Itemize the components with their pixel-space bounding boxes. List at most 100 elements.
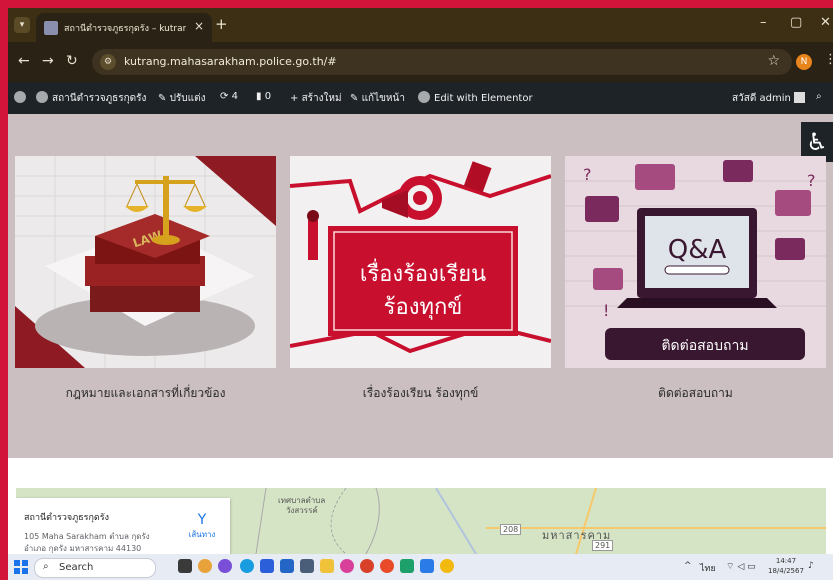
page-content: ♿ LAW กฎหมายและเอกสารที่เกี่ยวข้อง เรื่อ…: [8, 114, 833, 554]
navigation-bar: ← → ↻ ⚙ kutrang.mahasarakham.police.go.t…: [8, 42, 833, 82]
edge-icon[interactable]: [240, 559, 254, 573]
chat-icon[interactable]: [218, 559, 232, 573]
complaint-line2: ร้องทุกข์: [384, 295, 463, 320]
wp-edit-page-item[interactable]: ✎ แก้ไขหน้า: [350, 91, 405, 106]
svg-text:?: ?: [583, 165, 592, 184]
clock-time: 14:47: [775, 557, 797, 565]
wp-comments-count: 0: [264, 91, 272, 102]
wp-elementor-item[interactable]: Edit with Elementor: [418, 91, 533, 104]
file-explorer-icon[interactable]: [320, 559, 334, 573]
qa-label-text: ติดต่อสอบถาม: [661, 338, 748, 354]
map-place-card: สถานีตำรวจภูธรกุดรัง 105 Maha Sarakham ต…: [16, 498, 230, 554]
comment-icon: ▮: [256, 91, 265, 102]
wp-elementor-label: Edit with Elementor: [434, 93, 533, 104]
menu-kebab-icon[interactable]: ⋮: [824, 52, 833, 67]
tab-strip: ▾ สถานีตำรวจภูธรกุดรัง – kutrang Police …: [8, 8, 833, 42]
map-place-name[interactable]: สถานีตำรวจภูธรกุดรัง: [24, 510, 109, 524]
wp-updates-count: 4: [231, 91, 238, 102]
plus-icon: +: [290, 93, 302, 104]
wp-site-name-item[interactable]: สถานีตำรวจภูธรกุดรัง: [36, 91, 146, 106]
site-info-icon[interactable]: ⚙: [100, 54, 116, 70]
svg-text:!: !: [603, 301, 609, 320]
card-law-caption[interactable]: กฎหมายและเอกสารที่เกี่ยวข้อง: [15, 384, 276, 403]
app-icon-6[interactable]: [380, 559, 394, 573]
wp-customize-item[interactable]: ✎ ปรับแต่ง: [158, 91, 205, 106]
minimize-icon[interactable]: –: [760, 15, 767, 30]
complaint-illustration: เรื่องร้องเรียน ร้องทุกข์: [290, 156, 551, 368]
wp-new-label: สร้างใหม่: [301, 93, 342, 104]
app-icon-1[interactable]: [260, 559, 274, 573]
browser-window: ▾ สถานีตำรวจภูธรกุดรัง – kutrang Police …: [8, 8, 833, 580]
wp-new-item[interactable]: + สร้างใหม่: [290, 91, 342, 106]
map-directions-label: เส้นทาง: [188, 530, 216, 539]
wp-customize-label: ปรับแต่ง: [169, 93, 206, 104]
wifi-volume-battery-icon[interactable]: ⌔ ◁ ▭: [726, 561, 756, 572]
restore-icon[interactable]: ▢: [790, 15, 802, 30]
windows-start-icon[interactable]: [14, 560, 28, 574]
app-icon-5[interactable]: [360, 559, 374, 573]
back-icon[interactable]: ←: [18, 53, 30, 69]
svg-text:?: ?: [807, 171, 816, 190]
qa-illustration: ? ? ! Q&A ติดต่อสอบถาม: [565, 156, 826, 368]
tray-language[interactable]: ไทย: [700, 561, 716, 575]
user-avatar: [794, 92, 806, 103]
copilot-icon[interactable]: [198, 559, 212, 573]
qa-screen-text: Q&A: [668, 235, 727, 265]
road-shield-291: 291: [592, 540, 614, 551]
reload-icon[interactable]: ↻: [66, 53, 78, 69]
card-qa-image[interactable]: ? ? ! Q&A ติดต่อสอบถาม: [565, 156, 826, 368]
profile-avatar[interactable]: N: [796, 54, 812, 70]
tab-active[interactable]: สถานีตำรวจภูธรกุดรัง – kutrang Police ×: [36, 13, 212, 42]
wp-account-item[interactable]: สวัสดี admin: [732, 91, 806, 106]
bookmark-star-icon[interactable]: ☆: [767, 53, 780, 69]
wp-search-icon[interactable]: ⌕: [816, 91, 822, 102]
taskbar-search-label: Search: [59, 562, 94, 573]
url-text[interactable]: kutrang.mahasarakham.police.go.th/#: [124, 55, 337, 68]
wordpress-logo-icon[interactable]: [14, 91, 30, 104]
map-label-district2: วังสวรรค์: [286, 506, 318, 515]
map-address-line2: อำเภอ กุดรัง มหาสารคาม 44130: [24, 544, 142, 553]
pencil-icon: ✎: [350, 93, 362, 104]
directions-icon: Y: [197, 512, 207, 528]
updates-icon: ⟳: [220, 91, 232, 102]
site-favicon-icon: [44, 21, 58, 35]
notification-bell-icon[interactable]: ♪: [808, 561, 814, 571]
road-shield-208: 208: [500, 524, 522, 535]
tab-search-dropdown[interactable]: ▾: [14, 17, 30, 33]
taskview-icon[interactable]: [178, 559, 192, 573]
wp-updates-item[interactable]: ⟳ 4: [220, 91, 238, 102]
new-tab-button[interactable]: +: [215, 15, 228, 33]
wp-comments-item[interactable]: ▮ 0: [256, 91, 271, 102]
tab-title: สถานีตำรวจภูธรกุดรัง – kutrang Police: [64, 24, 186, 34]
close-window-icon[interactable]: ✕: [820, 15, 831, 30]
complaint-line1: เรื่องร้องเรียน: [360, 258, 486, 287]
elementor-icon: [418, 91, 430, 103]
search-icon: ⌕: [43, 561, 49, 572]
google-map[interactable]: เทศบาลตำบล วังสวรรค์ 208 มหาสารคาม 291 ส…: [16, 488, 826, 554]
app-icon-7[interactable]: [400, 559, 414, 573]
tab-close-icon[interactable]: ×: [194, 19, 204, 33]
wp-greeting: สวัสดี admin: [732, 93, 791, 104]
address-bar[interactable]: ⚙ kutrang.mahasarakham.police.go.th/# ☆: [92, 49, 792, 75]
chrome-icon[interactable]: [440, 559, 454, 573]
wp-edit-page-label: แก้ไขหน้า: [361, 93, 405, 104]
law-illustration: LAW: [15, 156, 276, 368]
app-icon-4[interactable]: [340, 559, 354, 573]
app-icon-2[interactable]: [280, 559, 294, 573]
clock-date: 18/4/2567: [768, 567, 804, 575]
tray-chevron-icon[interactable]: ^: [684, 561, 692, 571]
card-complaint-caption[interactable]: เรื่องร้องเรียน ร้องทุกข์: [290, 384, 551, 403]
app-icon-8[interactable]: [420, 559, 434, 573]
app-icon-3[interactable]: [300, 559, 314, 573]
forward-icon[interactable]: →: [42, 53, 54, 69]
brush-icon: ✎: [158, 93, 170, 104]
wp-site-name: สถานีตำรวจภูธรกุดรัง: [52, 93, 147, 104]
wp-admin-bar: สถานีตำรวจภูธรกุดรัง ✎ ปรับแต่ง ⟳ 4 ▮ 0 …: [8, 82, 833, 114]
card-qa-caption[interactable]: ติดต่อสอบถาม: [565, 384, 826, 403]
card-law-image[interactable]: LAW: [15, 156, 276, 368]
taskbar-search[interactable]: ⌕ Search: [34, 558, 156, 578]
card-complaint-image[interactable]: เรื่องร้องเรียน ร้องทุกข์: [290, 156, 551, 368]
taskbar-clock[interactable]: 14:47 18/4/2567: [768, 556, 804, 576]
map-directions-button[interactable]: Y เส้นทาง: [186, 512, 218, 541]
windows-taskbar: ⌕ Search ^ ไทย ⌔ ◁ ▭ 14:47 18/4/2567 ♪: [8, 554, 833, 580]
